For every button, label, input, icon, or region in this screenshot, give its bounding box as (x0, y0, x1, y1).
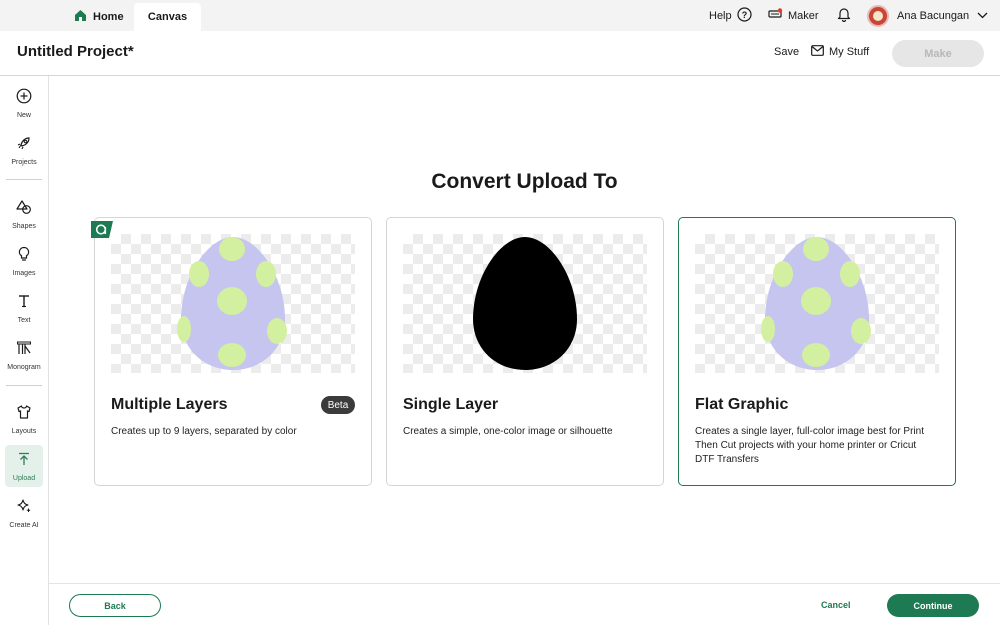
page-title: Convert Upload To (431, 170, 618, 193)
sidebar-item-label: New (16, 111, 31, 119)
sidebar-item-label: Text (17, 316, 31, 324)
svg-text:?: ? (741, 10, 747, 20)
option-card-multiple-layers[interactable]: Multiple Layers Beta Creates up to 9 lay… (91, 217, 372, 486)
sidebar-item-upload[interactable]: Upload (5, 445, 43, 487)
image-preview (403, 234, 647, 373)
card-title: Flat Graphic (695, 396, 789, 413)
plus-circle-icon (16, 88, 32, 109)
chevron-down-icon (977, 10, 988, 22)
sidebar-divider (6, 179, 42, 180)
project-header: Untitled Project* Save My Stuff Make (0, 31, 1000, 76)
lightbulb-icon (16, 246, 32, 267)
save-button[interactable]: Save (774, 46, 799, 58)
avatar (867, 4, 889, 27)
sidebar-item-label: Monogram (7, 363, 41, 371)
sidebar-item-label: Images (12, 269, 36, 277)
image-preview (111, 234, 355, 373)
my-stuff-label: My Stuff (829, 46, 870, 58)
project-title[interactable]: Untitled Project* (17, 43, 134, 60)
sidebar-item-text[interactable]: Text (5, 287, 43, 329)
question-circle-icon: ? (737, 6, 752, 25)
shapes-icon (16, 199, 32, 220)
monogram-icon (16, 340, 32, 361)
card-description: Creates a simple, one-color image or sil… (403, 426, 613, 437)
option-card-flat-graphic[interactable]: Flat Graphic Creates a single layer, ful… (678, 217, 956, 486)
left-sidebar: New Projects Shapes Images Text Monogram… (0, 76, 49, 625)
shirt-icon (16, 404, 32, 425)
sidebar-item-label: Projects (11, 158, 37, 166)
help-button[interactable]: Help ? (709, 0, 752, 31)
my-stuff-button[interactable]: My Stuff (811, 45, 869, 59)
sidebar-item-label: Shapes (12, 222, 36, 230)
user-name: Ana Bacungan (897, 9, 970, 22)
notifications-button[interactable] (837, 0, 851, 31)
top-bar: Home Canvas Help ? Maker Ana Bacungan (0, 0, 1000, 31)
tab-home-label: Home (93, 11, 124, 23)
bell-icon (837, 7, 851, 25)
upload-icon (16, 451, 32, 472)
sidebar-item-new[interactable]: New (5, 82, 43, 124)
card-title: Multiple Layers (111, 396, 228, 413)
sidebar-divider (6, 385, 42, 386)
back-button[interactable]: Back (69, 594, 161, 617)
footer-bar: Back Cancel Continue (49, 583, 1000, 625)
sidebar-item-layouts[interactable]: Layouts (5, 398, 43, 440)
tab-canvas-label: Canvas (147, 11, 188, 23)
sidebar-item-label: Upload (12, 474, 36, 482)
text-icon (16, 293, 32, 314)
cancel-button[interactable]: Cancel (821, 600, 851, 610)
tab-home[interactable]: Home (74, 3, 124, 31)
card-title: Single Layer (403, 396, 499, 413)
option-card-single-layer[interactable]: Single Layer Creates a simple, one-color… (386, 217, 664, 486)
envelope-icon (811, 45, 824, 59)
sidebar-item-projects[interactable]: Projects (5, 129, 43, 171)
help-label: Help (709, 9, 732, 22)
sidebar-item-create-ai[interactable]: Create AI (5, 492, 43, 534)
badge-a-icon (91, 221, 113, 238)
sidebar-item-label: Layouts (11, 427, 37, 435)
image-preview (695, 234, 939, 373)
user-menu[interactable]: Ana Bacungan (867, 0, 988, 31)
beta-badge: Beta (321, 396, 355, 414)
sparkle-icon (16, 498, 32, 519)
sidebar-item-shapes[interactable]: Shapes (5, 193, 43, 235)
continue-button[interactable]: Continue (887, 594, 979, 617)
home-icon (74, 9, 87, 25)
sidebar-item-monogram[interactable]: Monogram (5, 334, 43, 376)
sidebar-item-images[interactable]: Images (5, 240, 43, 282)
maker-button[interactable]: Maker (768, 0, 819, 31)
card-description: Creates up to 9 layers, separated by col… (111, 426, 297, 437)
machine-icon (768, 8, 783, 23)
maker-label: Maker (788, 9, 819, 22)
rocket-icon (16, 135, 32, 156)
make-button[interactable]: Make (892, 40, 984, 67)
tab-canvas[interactable]: Canvas (134, 3, 201, 31)
sidebar-item-label: Create AI (9, 521, 39, 529)
card-description: Creates a single layer, full-color image… (695, 426, 924, 465)
